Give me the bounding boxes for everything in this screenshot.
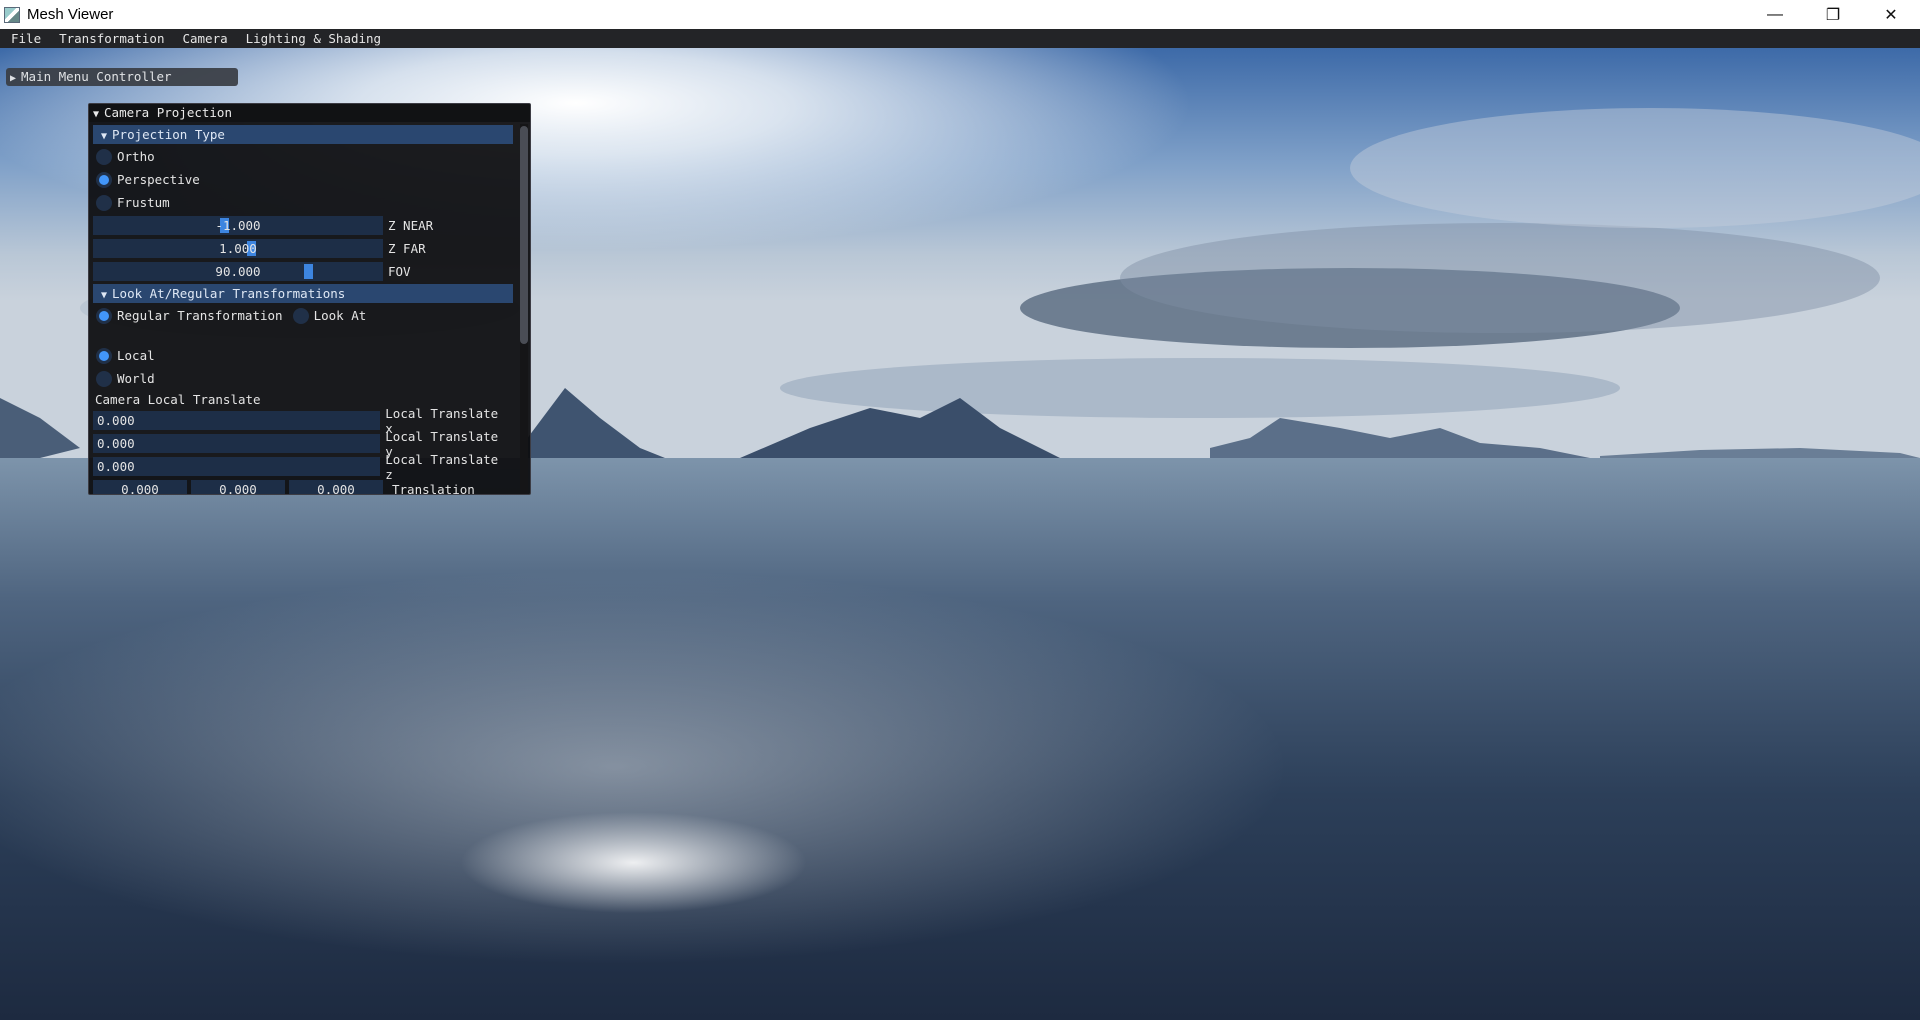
radio-perspective-label: Perspective (117, 172, 200, 187)
menu-transformation[interactable]: Transformation (49, 29, 172, 48)
translate-z-label: Local Translate z (385, 451, 499, 482)
radio-frustum[interactable]: Frustum (93, 191, 512, 214)
radio-world[interactable]: World (93, 367, 512, 390)
radio-perspective[interactable]: Perspective (93, 168, 512, 191)
close-icon: ✕ (1884, 6, 1898, 24)
radio-button-icon[interactable] (96, 194, 112, 211)
projection-type-header[interactable]: ▼ Projection Type (93, 125, 513, 144)
collapse-arrow-icon: ▼ (101, 131, 108, 142)
radio-button-icon[interactable] (96, 148, 112, 165)
radio-world-label: World (117, 371, 155, 386)
translate-z-row: 0.000 Local Translate z (93, 452, 512, 482)
radio-look-at[interactable] (292, 307, 309, 324)
radio-button-selected-icon[interactable] (96, 347, 112, 364)
look-at-header[interactable]: ▼ Look At/Regular Transformations (93, 284, 513, 303)
z-near-value: -1.000 (215, 218, 261, 233)
translation-label: Translation (392, 482, 475, 495)
z-far-label: Z FAR (388, 241, 426, 256)
collapse-arrow-icon: ▼ (101, 290, 108, 301)
camera-projection-window: ▼ Camera Projection ▼ Projection Type Orth… (88, 103, 531, 495)
restore-button[interactable]: ❐ (1804, 0, 1862, 29)
window-title-bar: Mesh Viewer — ❐ ✕ (0, 0, 1920, 29)
main-menu-controller-label: Main Menu Controller (21, 69, 172, 84)
translation-y-slider[interactable]: 0.000 (191, 480, 285, 494)
radio-frustum-label: Frustum (117, 195, 170, 210)
menu-lighting-shading[interactable]: Lighting & Shading (236, 29, 389, 48)
close-button[interactable]: ✕ (1862, 0, 1920, 29)
z-near-row: -1.000 Z NEAR (93, 214, 512, 237)
radio-ortho[interactable]: Ortho (93, 145, 512, 168)
slider-grab[interactable] (304, 264, 313, 279)
menu-camera[interactable]: Camera (172, 29, 235, 48)
window-title: Mesh Viewer (27, 6, 114, 23)
translate-y-input[interactable]: 0.000 (93, 434, 381, 453)
minimize-button[interactable]: — (1746, 0, 1804, 29)
app-icon (4, 6, 20, 23)
main-menu-controller-header[interactable]: ▶ Main Menu Controller (6, 68, 238, 86)
z-near-label: Z NEAR (388, 218, 434, 233)
radio-look-at-label: Look At (313, 308, 367, 323)
translation-x-slider[interactable]: 0.000 (93, 480, 187, 494)
camera-projection-title: Camera Projection (104, 105, 232, 120)
look-at-label: Look At/Regular Transformations (112, 286, 346, 301)
translation-z-slider[interactable]: 0.000 (289, 480, 383, 494)
radio-local-label: Local (117, 348, 155, 363)
camera-projection-title-bar[interactable]: ▼ Camera Projection (89, 104, 530, 122)
radio-regular-transformation-label: Regular Transformation (117, 308, 283, 323)
z-far-slider[interactable]: 1.000 (93, 239, 383, 258)
expand-arrow-icon: ▶ (10, 73, 17, 84)
radio-regular-transformation[interactable] (96, 307, 112, 324)
translate-z-input[interactable]: 0.000 (93, 457, 381, 476)
translate-x-input[interactable]: 0.000 (93, 411, 381, 430)
radio-local[interactable]: Local (93, 344, 512, 367)
radio-button-selected-icon[interactable] (96, 171, 112, 188)
z-near-slider[interactable]: -1.000 (93, 216, 383, 235)
fov-value: 90.000 (215, 264, 261, 279)
fov-row: 90.000 FOV (93, 260, 512, 283)
fov-slider[interactable]: 90.000 (93, 262, 383, 281)
z-far-row: 1.000 Z FAR (93, 237, 512, 260)
camera-projection-body: ▼ Projection Type Ortho Perspective Frust… (89, 122, 530, 495)
transform-mode-row: Regular Transformation Look At (93, 304, 512, 327)
window-controls: — ❐ ✕ (1746, 0, 1920, 29)
menu-file[interactable]: File (0, 29, 49, 48)
radio-ortho-label: Ortho (117, 149, 155, 164)
projection-type-label: Projection Type (112, 127, 225, 142)
fov-label: FOV (388, 264, 411, 279)
menu-bar: File Transformation Camera Lighting & Sh… (0, 29, 1920, 48)
restore-icon: ❐ (1825, 6, 1841, 24)
z-far-value: 1.000 (219, 241, 257, 256)
minimize-icon: — (1767, 5, 1783, 23)
radio-button-icon[interactable] (96, 370, 112, 387)
